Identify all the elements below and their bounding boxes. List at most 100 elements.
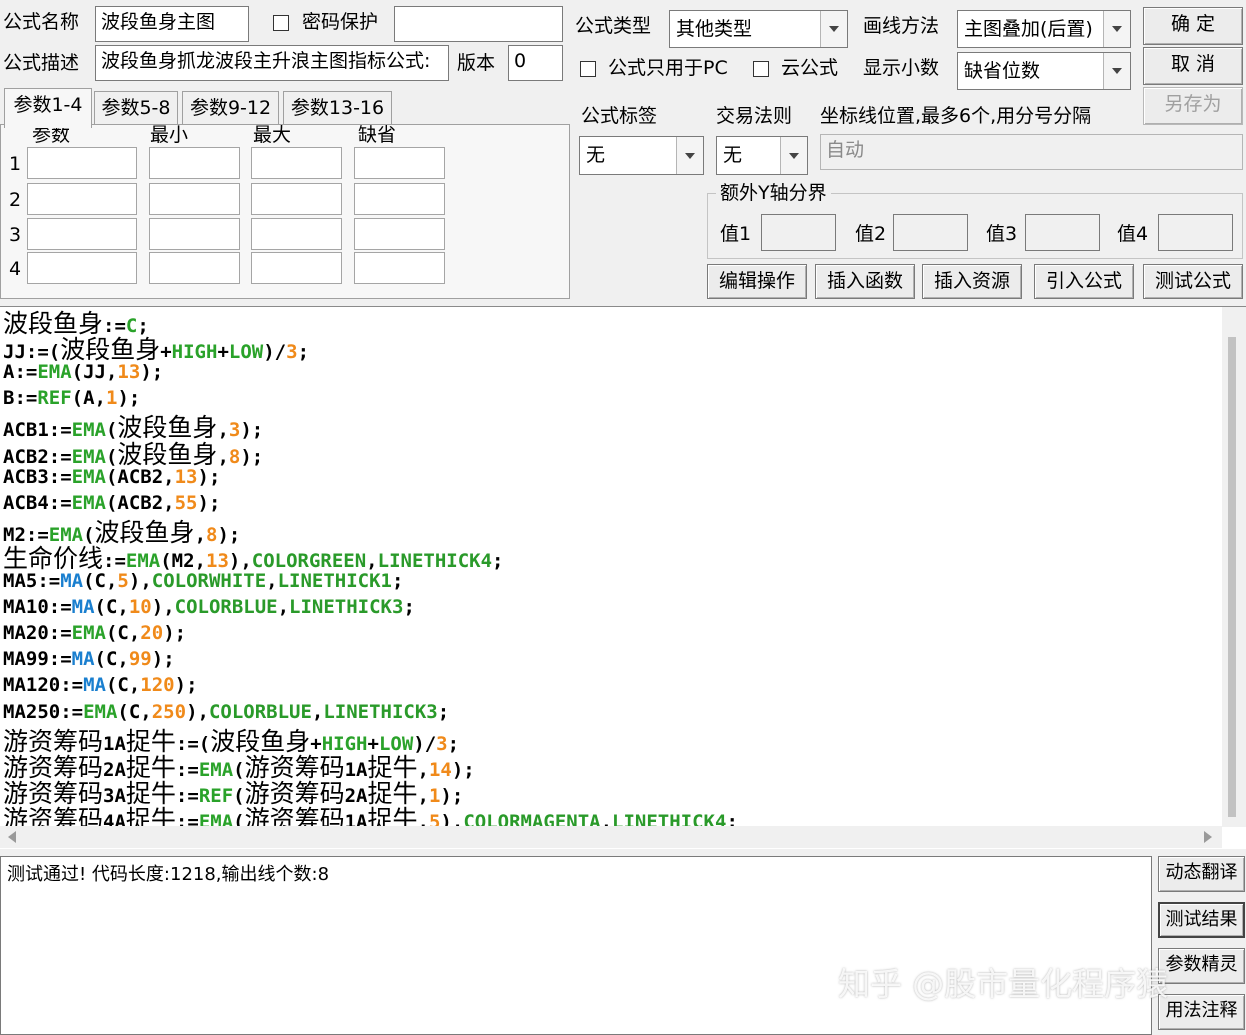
tab-params-1-4[interactable]: 参数1-4 <box>4 88 92 128</box>
code-line: 游资筹码2A捉牛:=EMA(游资筹码1A捉牛,14); <box>3 755 475 780</box>
draw-method-select[interactable]: 主图叠加(后置) <box>957 10 1131 48</box>
code-token: 游资筹码 <box>3 778 104 808</box>
scroll-right-icon[interactable] <box>1204 831 1212 843</box>
code-line: MA99:=MA(C,99); <box>3 650 175 669</box>
code-token: 1 <box>428 784 441 807</box>
code-token: ; <box>437 700 450 723</box>
code-token: , <box>266 570 278 592</box>
value-1-input[interactable] <box>761 214 836 251</box>
decimal-select[interactable]: 缺省位数 <box>957 52 1131 90</box>
pc-only-checkbox[interactable] <box>580 61 596 77</box>
version-input[interactable]: 0 <box>508 45 563 81</box>
code-token: , <box>217 419 229 442</box>
dynamic-translate-button[interactable]: 动态翻译 <box>1158 856 1245 892</box>
param-2-name[interactable] <box>27 183 137 215</box>
import-formula-button[interactable]: 引入公式 <box>1034 264 1134 299</box>
code-token: 捉牛 <box>367 752 418 782</box>
param-3-default[interactable] <box>354 218 445 250</box>
param-3-name[interactable] <box>27 218 137 250</box>
insert-resource-button[interactable]: 插入资源 <box>922 264 1022 299</box>
code-line: M2:=EMA(波段鱼身,8); <box>3 520 240 545</box>
code-token: + <box>310 732 322 755</box>
code-token: 10 <box>128 596 152 619</box>
param-header-max: 最大 <box>253 124 292 146</box>
code-token: , <box>194 523 207 546</box>
param-2-default[interactable] <box>354 183 445 215</box>
code-token: 波段鱼身 <box>94 517 195 547</box>
param-3-min[interactable] <box>149 218 240 250</box>
code-token: LINETHICK4 <box>377 549 493 572</box>
insert-function-button[interactable]: 插入函数 <box>815 264 915 299</box>
cloud-formula-checkbox[interactable] <box>753 61 769 77</box>
code-token: MA5:= <box>3 570 61 592</box>
ok-button[interactable]: 确 定 <box>1143 7 1243 45</box>
param-1-name[interactable] <box>27 147 137 179</box>
param-4-max[interactable] <box>251 252 342 284</box>
chevron-down-icon[interactable] <box>820 11 847 47</box>
code-token: EMA <box>48 523 84 546</box>
chevron-down-icon[interactable] <box>1103 11 1130 47</box>
password-checkbox[interactable] <box>273 15 289 31</box>
code-token: MA <box>60 570 84 592</box>
param-wizard-button[interactable]: 参数精灵 <box>1158 948 1245 984</box>
password-input[interactable] <box>394 6 563 42</box>
code-token: 20 <box>140 622 164 645</box>
axis-position-input[interactable]: 自动 <box>820 134 1243 170</box>
code-token: LOW <box>228 341 264 364</box>
code-token: , <box>311 700 324 723</box>
edit-operations-button[interactable]: 编辑操作 <box>707 264 807 299</box>
formula-type-select[interactable]: 其他类型 <box>669 10 848 48</box>
chevron-down-icon[interactable] <box>780 137 807 174</box>
test-formula-button[interactable]: 测试公式 <box>1143 264 1243 299</box>
code-token: ACB4:= <box>3 491 72 514</box>
chevron-down-icon[interactable] <box>676 137 703 174</box>
value-3-input[interactable] <box>1025 214 1100 251</box>
code-token: 生命价线 <box>3 543 104 573</box>
scroll-left-icon[interactable] <box>8 831 16 843</box>
param-2-min[interactable] <box>149 183 240 215</box>
code-token: (M2, <box>160 549 206 572</box>
trade-rule-select[interactable]: 无 <box>716 136 808 175</box>
test-result-button[interactable]: 测试结果 <box>1158 902 1245 938</box>
code-token: ( <box>105 419 118 442</box>
param-row-label: 2 <box>9 189 22 211</box>
param-2-max[interactable] <box>251 183 342 215</box>
code-token: ); <box>151 648 175 671</box>
code-token: 波段鱼身 <box>3 309 104 338</box>
param-1-default[interactable] <box>354 147 445 179</box>
formula-desc-input[interactable]: 波段鱼身抓龙波段主升浪主图指标公式: <box>95 45 449 81</box>
param-3-max[interactable] <box>251 218 342 250</box>
formula-tag-select[interactable]: 无 <box>579 136 704 175</box>
param-4-min[interactable] <box>149 252 240 284</box>
param-4-default[interactable] <box>354 252 445 284</box>
param-1-min[interactable] <box>149 147 240 179</box>
extra-y-axis-label: 额外Y轴分界 <box>716 184 831 203</box>
param-4-name[interactable] <box>27 252 137 284</box>
code-editor[interactable]: 波段鱼身:=C; JJ:=(波段鱼身+HIGH+LOW)/3; A:=EMA(JJ,… <box>0 306 1246 849</box>
tab-params-13-16[interactable]: 参数13-16 <box>283 91 392 125</box>
password-label: 密码保护 <box>302 11 379 33</box>
tab-params-5-8[interactable]: 参数5-8 <box>94 91 178 125</box>
code-token: + <box>160 341 172 364</box>
value-4-input[interactable] <box>1158 214 1233 251</box>
code-token: 3 <box>228 419 241 442</box>
cancel-button[interactable]: 取 消 <box>1143 47 1243 85</box>
vertical-scroll-thumb[interactable] <box>1228 337 1236 817</box>
tab-params-9-12[interactable]: 参数9-12 <box>182 91 279 125</box>
value-2-input[interactable] <box>893 214 968 251</box>
code-token: ; <box>297 341 310 364</box>
usage-notes-button[interactable]: 用法注释 <box>1158 994 1245 1030</box>
vertical-scrollbar[interactable] <box>1222 307 1246 827</box>
horizontal-scrollbar[interactable] <box>0 826 1222 848</box>
code-token: 3 <box>436 732 448 755</box>
axis-position-label: 坐标线位置,最多6个,用分号分隔 <box>820 105 1092 127</box>
code-token: JJ:=( <box>3 341 61 364</box>
formula-name-input[interactable]: 波段鱼身主图 <box>95 6 249 42</box>
code-token: ); <box>451 758 475 781</box>
param-1-max[interactable] <box>251 147 342 179</box>
save-as-button[interactable]: 另存为 <box>1143 87 1243 125</box>
code-token: 波段鱼身 <box>117 413 218 443</box>
param-header-min: 最小 <box>150 124 189 146</box>
code-token: ); <box>197 465 221 488</box>
chevron-down-icon[interactable] <box>1103 53 1130 89</box>
